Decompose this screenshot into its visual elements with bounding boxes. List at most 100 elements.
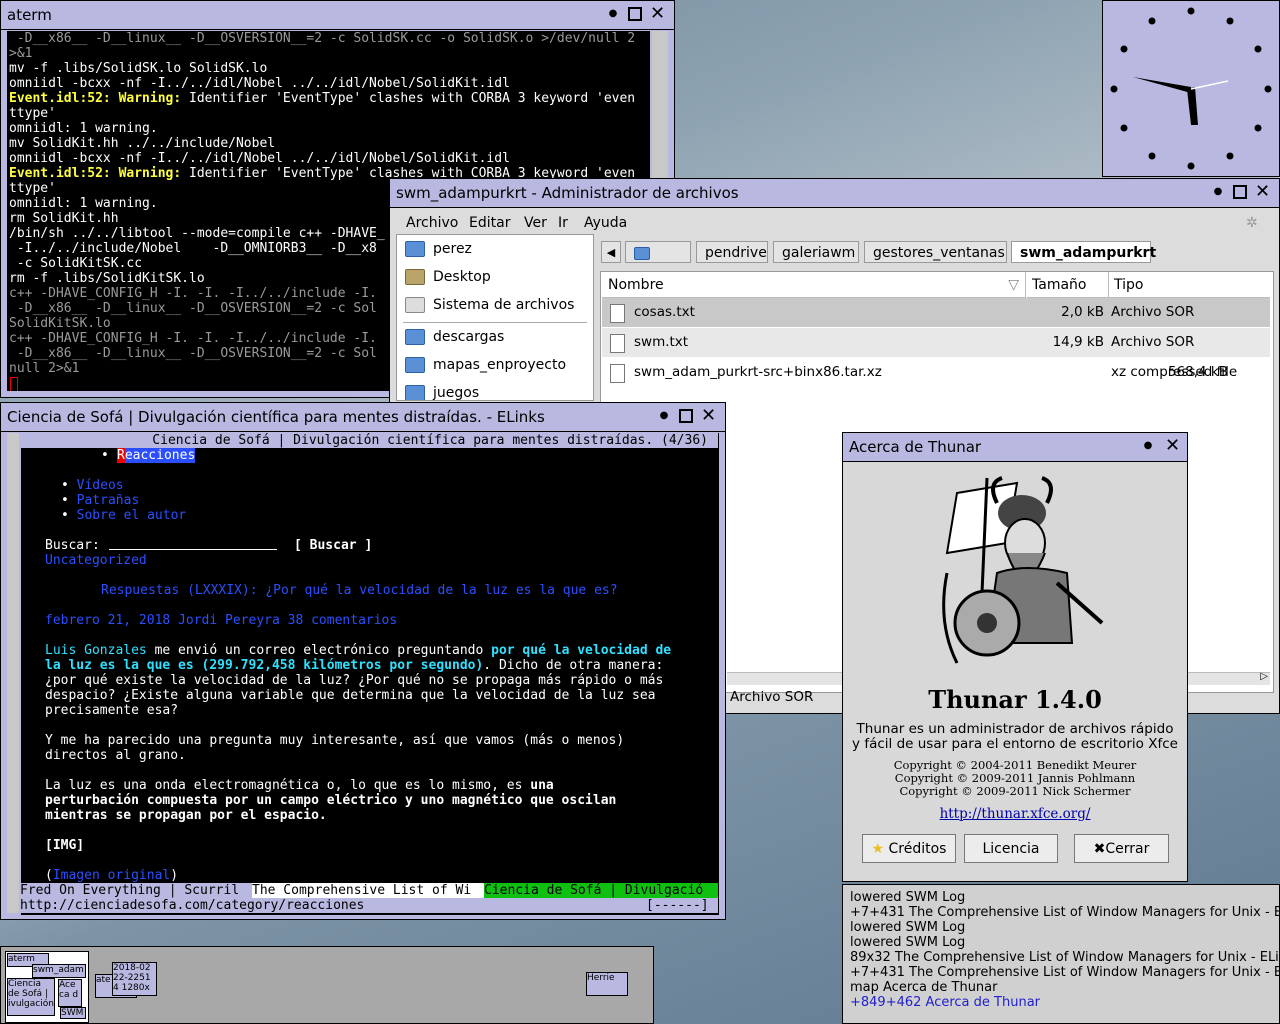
link-reacciones[interactable]: Reacciones bbox=[117, 448, 196, 463]
desktop-icon bbox=[405, 269, 425, 285]
close-button[interactable]: ✖Cerrar bbox=[1074, 834, 1169, 863]
thunar-titlebar[interactable]: swm_adampurkrt - Administrador de archiv… bbox=[390, 179, 1279, 208]
maximize-icon[interactable] bbox=[1233, 185, 1247, 199]
copyright-3: Copyright © 2009-2011 Nick Schermer bbox=[899, 784, 1131, 798]
menu-ir[interactable]: Ir bbox=[558, 215, 568, 231]
terminal-line: ttype' bbox=[9, 106, 56, 121]
sticky-icon[interactable]: ● bbox=[606, 7, 620, 21]
aterm-title: aterm bbox=[7, 6, 52, 24]
credits-button[interactable]: ★ Créditos bbox=[862, 834, 956, 863]
menu-ver[interactable]: Ver bbox=[524, 215, 547, 231]
about-dialog[interactable]: Acerca de Thunar ● ✕ Thunar 1.4.0 Thunar… bbox=[842, 432, 1188, 882]
maximize-icon[interactable] bbox=[679, 409, 693, 423]
pager-window-swm[interactable]: swm_adam bbox=[32, 964, 86, 978]
table-row[interactable]: cosas.txt 2,0 kB Archivo SOR bbox=[602, 298, 1270, 327]
sidebar-item-desktop[interactable]: Desktop bbox=[405, 269, 491, 285]
copyright-2: Copyright © 2009-2011 Jannis Pohlmann bbox=[894, 771, 1136, 785]
terminal-line: omniidl -bcxx -nf -I../../idl/Nobel ../.… bbox=[9, 76, 510, 91]
paragraph-1-line5: precisamente esa? bbox=[45, 703, 179, 718]
text-file-icon bbox=[610, 304, 625, 323]
about-title: Acerca de Thunar bbox=[849, 438, 982, 456]
folder-icon bbox=[405, 357, 425, 373]
sticky-icon[interactable]: ● bbox=[657, 409, 671, 423]
close-icon[interactable]: ✕ bbox=[701, 407, 716, 425]
search-input[interactable] bbox=[109, 549, 277, 550]
clock-window bbox=[1102, 0, 1280, 177]
terminal-line: c++ -DHAVE_CONFIG_H -I. -I. -I../../incl… bbox=[9, 286, 377, 301]
close-icon[interactable]: ✕ bbox=[650, 5, 665, 23]
terminal-line: rm SolidKit.hh bbox=[9, 211, 119, 226]
terminal-line: -D__x86__ -D__linux__ -D__OSVERSION__=2 … bbox=[9, 301, 377, 316]
pager-window-herrie[interactable]: Herrie bbox=[586, 972, 628, 996]
website-link[interactable]: http://thunar.xfce.org/ bbox=[843, 806, 1187, 822]
paragraph-1-line2: la luz es la que es (299.792,458 kilómet… bbox=[45, 658, 664, 673]
scroll-right-icon[interactable]: ▷ bbox=[1260, 671, 1268, 682]
post-meta[interactable]: febrero 21, 2018 Jordi Pereyra 38 coment… bbox=[45, 613, 397, 628]
terminal-line: /bin/sh ../../libtool --mode=compile c++… bbox=[9, 226, 385, 241]
elinks-scrollbar[interactable] bbox=[7, 433, 19, 913]
terminal-line: c++ -DHAVE_CONFIG_H -I. -I. -I../../incl… bbox=[9, 331, 377, 346]
paragraph-3-line3: mientras se propagan por el espacio. bbox=[45, 808, 327, 823]
link-imagen-original[interactable]: (Imagen original) bbox=[45, 868, 178, 883]
terminal-line: omniidl: 1 warning. bbox=[9, 196, 158, 211]
sidebar-item-perez[interactable]: perez bbox=[405, 241, 472, 257]
sticky-icon[interactable]: ● bbox=[1211, 185, 1225, 199]
elinks-titlebar[interactable]: Ciencia de Sofá | Divulgación científica… bbox=[1, 403, 725, 432]
pager-window-about[interactable]: Ace ca d bbox=[58, 979, 82, 1007]
sidebar-item-juegos[interactable]: juegos bbox=[405, 385, 479, 400]
thunar-menubar: Archivo Editar Ver Ir Ayuda ✲ bbox=[390, 207, 1279, 233]
link-sobre-autor[interactable]: • Sobre el autor bbox=[61, 508, 186, 523]
terminal-line: -c SolidKitSK.cc bbox=[9, 256, 143, 271]
reacciones-bullet: • bbox=[101, 448, 117, 463]
table-row[interactable]: swm_adam_purkrt-src+binx86.tar.xz 568,4 … bbox=[602, 358, 1270, 387]
terminal-line: -I../../include/Nobel -D__OMNIORB3__ -D_… bbox=[9, 241, 377, 256]
license-button[interactable]: Licencia bbox=[964, 834, 1058, 863]
paragraph-3: La luz es una onda electromagnética o, l… bbox=[45, 778, 554, 793]
tab-fred[interactable]: Fred On Everything | Scurril bbox=[20, 883, 252, 898]
close-icon[interactable]: ✕ bbox=[1255, 183, 1270, 201]
menu-editar[interactable]: Editar bbox=[469, 215, 510, 231]
menu-archivo[interactable]: Archivo bbox=[406, 215, 458, 231]
pager-window-swmlog[interactable]: SWM bbox=[60, 1007, 86, 1019]
breadcrumb-perez[interactable]: perez bbox=[625, 241, 691, 283]
clock-icon bbox=[1110, 7, 1272, 170]
table-row[interactable]: swm.txt 14,9 kB Archivo SOR bbox=[602, 328, 1270, 357]
tab-ciencia-sofa[interactable]: Ciencia de Sofá | Divulgació bbox=[484, 883, 718, 898]
sort-arrow-icon: ▽ bbox=[1008, 277, 1019, 293]
link-uncategorized[interactable]: Uncategorized bbox=[45, 553, 147, 568]
column-header-type[interactable]: Tipo bbox=[1109, 272, 1270, 298]
sidebar-item-filesystem[interactable]: Sistema de archivos bbox=[405, 297, 574, 313]
link-patranas[interactable]: • Patrañas bbox=[61, 493, 139, 508]
log-line: 89x32 The Comprehensive List of Window M… bbox=[850, 950, 1280, 965]
menu-ayuda[interactable]: Ayuda bbox=[584, 215, 627, 231]
home-folder-icon bbox=[634, 246, 650, 260]
column-header-size[interactable]: Tamaño bbox=[1027, 272, 1109, 298]
breadcrumb-galeriawm[interactable]: galeriawm bbox=[773, 241, 859, 263]
sticky-icon[interactable]: ● bbox=[1141, 439, 1155, 453]
back-arrow-icon[interactable]: ◀ bbox=[601, 241, 621, 263]
pager-window-elinks[interactable]: Ciencia de Sofá | ivulgación bbox=[7, 978, 55, 1016]
tab-comprehensive-list[interactable]: The Comprehensive List of Wi bbox=[252, 883, 484, 898]
sidebar-item-descargas[interactable]: descargas bbox=[405, 329, 504, 345]
image-placeholder: [IMG] bbox=[45, 838, 85, 853]
log-line: map Acerca de Thunar bbox=[850, 980, 998, 995]
text-file-icon bbox=[610, 334, 625, 353]
maximize-icon[interactable] bbox=[628, 7, 642, 21]
about-titlebar[interactable]: Acerca de Thunar ● ✕ bbox=[843, 433, 1187, 462]
pager-datetime: 2018-02 22-2251 4 1280x bbox=[112, 962, 157, 996]
aterm-titlebar[interactable]: aterm ● ✕ bbox=[1, 1, 674, 30]
breadcrumb-gestores[interactable]: gestores_ventanas bbox=[864, 241, 1007, 263]
breadcrumb-current[interactable]: swm_adampurkrt bbox=[1011, 241, 1156, 263]
column-header-name[interactable]: Nombre ▽ bbox=[602, 272, 1026, 298]
sidebar-item-mapas[interactable]: mapas_enproyecto bbox=[405, 357, 566, 373]
paragraph-1-line3: ¿por qué existe la velocidad de la luz? … bbox=[45, 673, 664, 688]
archive-file-icon bbox=[610, 364, 625, 383]
close-icon[interactable]: ✕ bbox=[1165, 437, 1180, 455]
search-button[interactable]: [ Buscar ] bbox=[294, 538, 372, 553]
breadcrumb-pendrive[interactable]: pendrive bbox=[696, 241, 768, 263]
swm-log-window[interactable]: lowered SWM Log +7+431 The Comprehensive … bbox=[842, 884, 1280, 1024]
link-videos[interactable]: • Vídeos bbox=[61, 478, 124, 493]
drive-icon bbox=[405, 297, 425, 313]
terminal-line: rm -f .libs/SolidKitSK.lo bbox=[9, 271, 205, 286]
post-title[interactable]: Respuestas (LXXXIX): ¿Por qué la velocid… bbox=[101, 583, 618, 598]
